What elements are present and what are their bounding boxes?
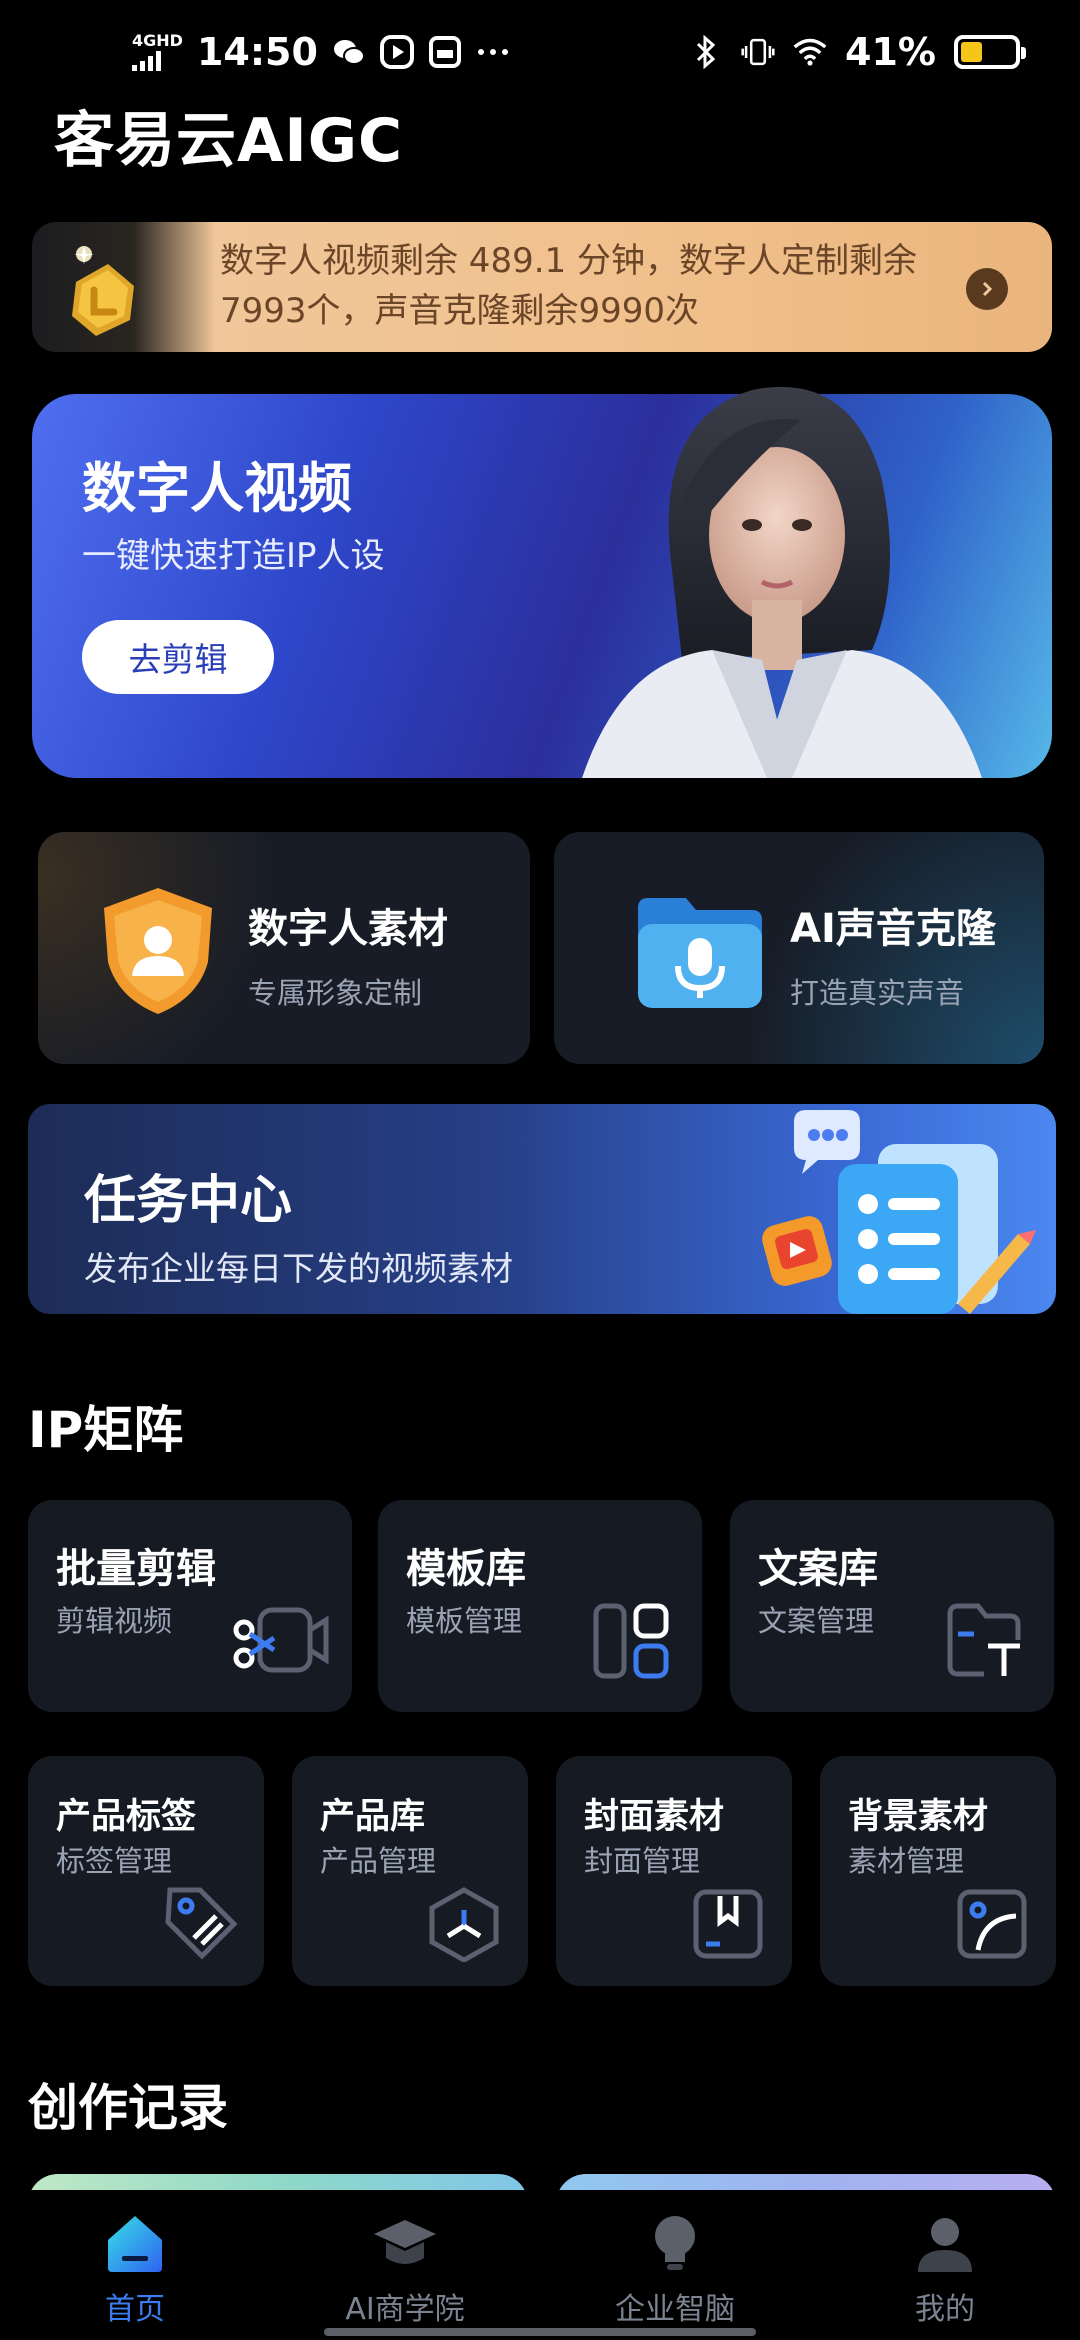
task-center-subtitle: 发布企业每日下发的视频素材: [84, 1249, 513, 1288]
product-library-card[interactable]: 产品库 产品管理: [292, 1756, 528, 1986]
quota-banner[interactable]: 数字人视频剩余 489.1 分钟，数字人定制剩余7993个，声音克隆剩余9990…: [32, 222, 1052, 352]
card-subtitle: 封面管理: [584, 1844, 701, 1878]
product-tag-card[interactable]: 产品标签 标签管理: [28, 1756, 264, 1986]
text-folder-icon: [944, 1600, 1024, 1684]
network-type: 4GHD: [132, 31, 183, 50]
cover-material-card[interactable]: 封面素材 封面管理: [556, 1756, 792, 1986]
bluetooth-icon: [689, 35, 723, 69]
shield-person-icon: [88, 880, 228, 1020]
tab-label: 我的: [915, 2292, 975, 2327]
creation-records-title: 创作记录: [28, 2079, 228, 2137]
cellular-signal-icon: 4GHD: [132, 33, 183, 71]
card-subtitle: 素材管理: [848, 1844, 965, 1878]
cover-image-icon: [690, 1886, 766, 1966]
tab-label: AI商学院: [345, 2292, 465, 2327]
go-edit-button[interactable]: 去剪辑: [82, 620, 274, 694]
battery-percent: 41%: [845, 30, 936, 74]
card-subtitle: 模板管理: [406, 1604, 523, 1638]
hexagon-product-icon: [426, 1886, 502, 1966]
chevron-right-icon[interactable]: [966, 268, 1008, 310]
card-title: 模板库: [406, 1546, 526, 1592]
card-subtitle: 文案管理: [758, 1604, 875, 1638]
folder-mic-icon: [630, 880, 770, 1020]
battery-icon: [954, 35, 1026, 69]
scissors-camera-icon: [230, 1600, 330, 1684]
digital-human-video-banner[interactable]: 数字人视频 一键快速打造IP人设 去剪辑: [32, 386, 1052, 778]
tab-label: 首页: [105, 2292, 165, 2327]
template-library-card[interactable]: 模板库 模板管理: [378, 1500, 702, 1712]
ip-matrix-title: IP矩阵: [28, 1401, 184, 1459]
vibrate-icon: [741, 35, 775, 69]
feature-subtitle: 打造真实声音: [790, 976, 965, 1010]
lightbulb-icon: [642, 2210, 708, 2276]
hero-title: 数字人视频: [82, 457, 352, 520]
card-title: 产品标签: [56, 1797, 197, 1837]
feature-title: 数字人素材: [248, 906, 448, 952]
digital-human-material-card[interactable]: 数字人素材 专属形象定制: [38, 832, 530, 1064]
tab-ai-business-school[interactable]: AI商学院: [270, 2190, 540, 2340]
digital-human-avatar-image: [562, 360, 1052, 778]
background-material-card[interactable]: 背景素材 素材管理: [820, 1756, 1056, 1986]
background-image-icon: [954, 1886, 1030, 1966]
user-icon: [912, 2210, 978, 2276]
card-title: 产品库: [320, 1797, 426, 1837]
card-subtitle: 标签管理: [56, 1844, 173, 1878]
graduation-cap-icon: [372, 2210, 438, 2276]
card-title: 批量剪辑: [56, 1546, 216, 1592]
app-title: 客易云AIGC: [54, 106, 404, 176]
task-center-banner[interactable]: 任务中心 发布企业每日下发的视频素材: [28, 1104, 1056, 1314]
tab-mine[interactable]: 我的: [810, 2190, 1080, 2340]
template-layout-icon: [592, 1600, 672, 1684]
ai-voice-clone-card[interactable]: AI声音克隆 打造真实声音: [554, 832, 1044, 1064]
task-center-title: 任务中心: [84, 1171, 293, 1231]
sim-card-icon: [428, 35, 462, 69]
video-icon: [379, 35, 414, 69]
home-indicator: [324, 2328, 756, 2336]
tag-icon: [160, 1882, 240, 1966]
quota-text: 数字人视频剩余 489.1 分钟，数字人定制剩余7993个，声音克隆剩余9990…: [220, 241, 917, 331]
more-icon: [476, 35, 510, 69]
wechat-icon: [332, 35, 366, 69]
gold-medal-icon: [54, 242, 164, 342]
card-subtitle: 剪辑视频: [56, 1604, 173, 1638]
tab-home[interactable]: 首页: [0, 2190, 270, 2340]
feature-subtitle: 专属形象定制: [248, 976, 423, 1010]
card-subtitle: 产品管理: [320, 1844, 437, 1878]
hero-subtitle: 一键快速打造IP人设: [82, 536, 385, 576]
task-documents-icon: [728, 1104, 1048, 1314]
card-title: 文案库: [758, 1546, 878, 1592]
tab-label: 企业智脑: [615, 2292, 735, 2327]
clock: 14:50: [196, 30, 318, 74]
tab-enterprise-brain[interactable]: 企业智脑: [540, 2190, 810, 2340]
card-title: 封面素材: [584, 1797, 725, 1837]
batch-edit-card[interactable]: 批量剪辑 剪辑视频: [28, 1500, 352, 1712]
home-icon: [102, 2210, 168, 2276]
card-title: 背景素材: [848, 1797, 989, 1837]
bottom-tab-bar: 首页 AI商学院 企业智脑 我的: [0, 2190, 1080, 2340]
copywriting-library-card[interactable]: 文案库 文案管理: [730, 1500, 1054, 1712]
wifi-icon: [793, 35, 827, 69]
feature-title: AI声音克隆: [790, 906, 996, 952]
